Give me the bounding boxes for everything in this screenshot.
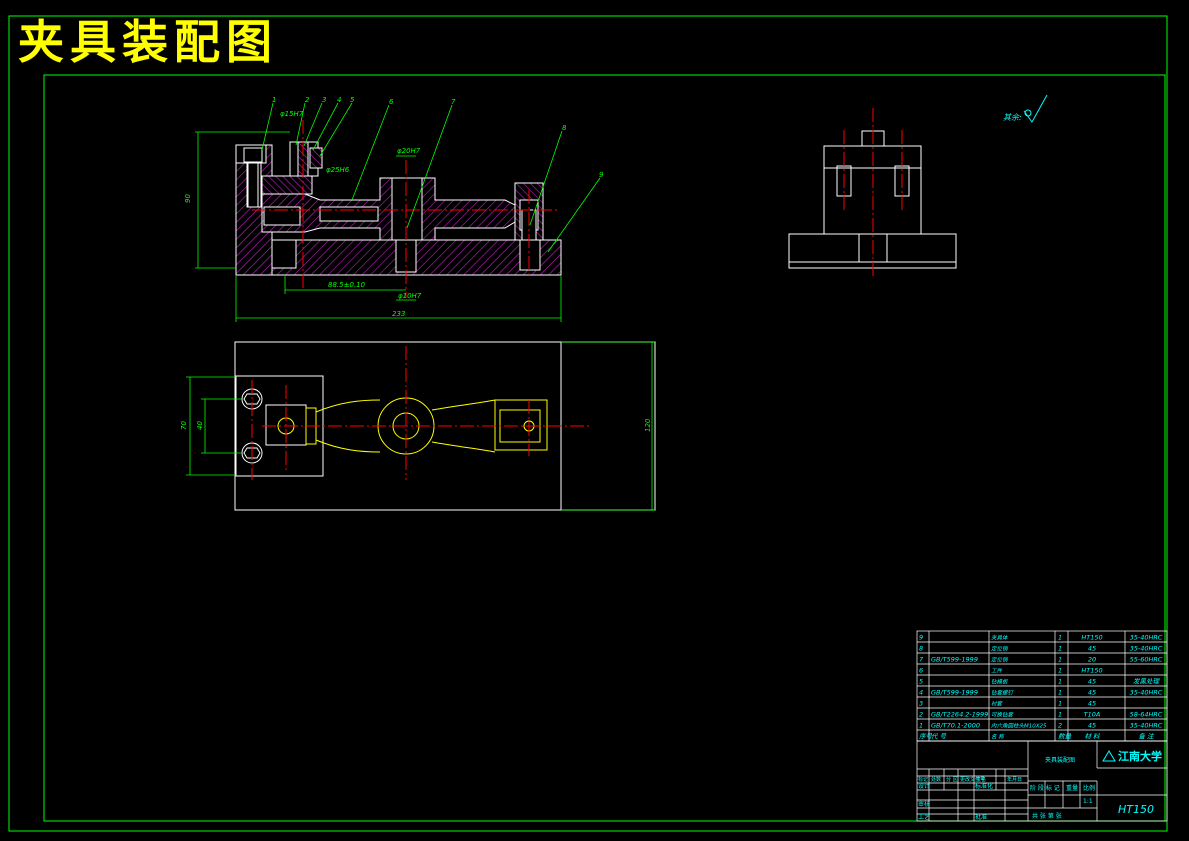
bom-cell-qty: 1 — [1058, 678, 1062, 686]
bom-cell-note: 35-40HRC — [1130, 634, 1163, 642]
bom-rows: 9 夹具体 1 HT150 35-40HRC8 定位销 1 45 35-40HRC7 GB/T59… — [917, 634, 1167, 742]
bom-cell-qty: 1 — [1058, 667, 1062, 675]
dim-40: 40 — [196, 421, 204, 430]
bom-cell-note: 35-40HRC — [1130, 722, 1163, 730]
dim-center-distance: 88.5±0.10 — [328, 281, 366, 289]
bom-cell-name: 定位销 — [991, 646, 1009, 653]
revision-label: 年月日 — [1007, 776, 1022, 783]
leader-6: 6 — [389, 98, 394, 106]
bom-cell-mat: HT150 — [1081, 667, 1102, 675]
bom-cell-qty: 1 — [1058, 645, 1062, 653]
leader-9: 9 — [599, 171, 604, 179]
bom-cell-name: 可换钻套 — [991, 712, 1015, 719]
bom-cell-name: 名 称 — [991, 734, 1005, 741]
bom-cell-name: 钻模板 — [991, 679, 1009, 686]
leader-1: 1 — [272, 96, 276, 104]
tb-craft: 工艺 — [918, 813, 930, 821]
bom-cell-std: GB/T599-1999 — [931, 689, 978, 697]
bom-cell-no: 3 — [919, 700, 923, 708]
bom-cell-name: 定位销 — [991, 657, 1009, 664]
bom-cell-no: 5 — [919, 678, 923, 686]
tb-approve: 批准 — [975, 813, 987, 821]
leader-7: 7 — [451, 98, 456, 106]
bom-cell-mat: T10A — [1084, 711, 1101, 719]
tb-material: HT150 — [1118, 803, 1154, 816]
bom-cell-qty: 1 — [1058, 700, 1062, 708]
tb-scale: 1:1 — [1083, 798, 1093, 805]
dim-dia-25: φ25H6 — [326, 166, 350, 174]
school-logo — [1102, 750, 1116, 762]
tb-std: 标准化 — [975, 782, 993, 790]
dim-120: 120 — [644, 418, 652, 432]
bom-cell-note: 35-40HRC — [1130, 689, 1163, 697]
leader-3: 3 — [322, 96, 326, 104]
bom-cell-no: 9 — [919, 634, 923, 642]
revision-label: 标记 — [918, 776, 928, 783]
bom-cell-qty: 2 — [1058, 722, 1062, 730]
dim-dia-20: φ20H7 — [397, 147, 421, 155]
side-centerlines — [843, 108, 903, 276]
bom-cell-no: 4 — [919, 689, 923, 697]
tb-weight-label: 重量 — [1066, 784, 1078, 792]
bom-cell-qty: 1 — [1058, 689, 1062, 697]
tb-sheets: 共 张 第 张 — [1032, 812, 1062, 820]
bom-cell-mat: 20 — [1088, 656, 1096, 664]
leader-4: 4 — [337, 96, 341, 104]
bom-cell-no: 8 — [919, 645, 923, 653]
bom-cell-mat: 材 料 — [1084, 733, 1100, 741]
revision-label: 签名 — [976, 776, 986, 783]
bom-cell-mat: 45 — [1088, 722, 1096, 730]
bom-cell-note: 55-60HRC — [1130, 656, 1163, 664]
bom-cell-no: 6 — [919, 667, 923, 675]
bom-cell-name: 夹具体 — [991, 635, 1009, 642]
bom-cell-mat: 45 — [1088, 645, 1096, 653]
dim-dia-10: φ10H7 — [398, 292, 422, 300]
bom-cell-name: 内六角圆柱头M10X25 — [991, 723, 1047, 730]
tb-drawing-name: 夹具装配图 — [1045, 756, 1075, 764]
bom-cell-name: 工件 — [991, 668, 1003, 675]
bom-cell-mat: 45 — [1088, 678, 1096, 686]
bom-cell-no: 2 — [919, 711, 923, 719]
top-centerlines — [251, 346, 590, 480]
revision-label: 处数 — [931, 776, 941, 783]
bom-cell-std: GB/T70.1-2000 — [931, 722, 980, 730]
bom-cell-note: 58-64HRC — [1130, 711, 1163, 719]
bom-cell-mat: 45 — [1088, 700, 1096, 708]
bom-cell-note: 发黑处理 — [1133, 678, 1161, 686]
bom-cell-name: 钻套螺钉 — [991, 690, 1015, 697]
leader-8: 8 — [562, 124, 567, 132]
tb-review: 审核 — [918, 800, 930, 808]
dim-90: 90 — [184, 194, 192, 203]
inner-frame — [43, 74, 1166, 822]
bom-cell-note: 35-40HRC — [1130, 645, 1163, 653]
leader-5: 5 — [350, 96, 355, 104]
dim-70: 70 — [180, 421, 188, 430]
bom-cell-qty: 1 — [1058, 634, 1062, 642]
tb-design: 设计 — [918, 782, 930, 790]
dim-dia-15: φ15H7 — [280, 110, 304, 118]
revision-labels: 标记 处数分 区更改文件号签名 年月日 — [918, 776, 1022, 783]
bom-cell-no: 1 — [919, 722, 923, 730]
bom-cell-std: GB/T2264.2-1999 — [931, 711, 988, 719]
bom-cell-mat: HT150 — [1081, 634, 1102, 642]
bom-cell-qty: 数量 — [1058, 733, 1073, 741]
cad-drawing: 90 233 88.5±0.10 φ15H7 φ25H6 φ20H7 φ10H7… — [8, 15, 1168, 832]
tb-stage-label: 阶 段 标 记 — [1030, 784, 1060, 792]
bom-cell-qty: 1 — [1058, 656, 1062, 664]
bom-cell-no: 7 — [919, 656, 924, 664]
dim-233: 233 — [392, 310, 405, 318]
roughness-symbol — [1023, 94, 1048, 123]
bom-cell-note: 备 注 — [1138, 733, 1155, 741]
bom-cell-std: 代 号 — [931, 733, 947, 741]
bom-cell-name: 衬套 — [991, 701, 1004, 708]
bom-cell-qty: 1 — [1058, 711, 1062, 719]
bom-cell-mat: 45 — [1088, 689, 1096, 697]
revision-label: 分 区 — [946, 776, 958, 783]
tb-scale-label: 比例 — [1083, 784, 1095, 792]
roughness-label: 其余: — [1003, 113, 1022, 122]
bom-cell-std: GB/T599-1999 — [931, 656, 978, 664]
tb-school: 江南大学 — [1118, 749, 1162, 763]
leader-2: 2 — [305, 96, 310, 104]
